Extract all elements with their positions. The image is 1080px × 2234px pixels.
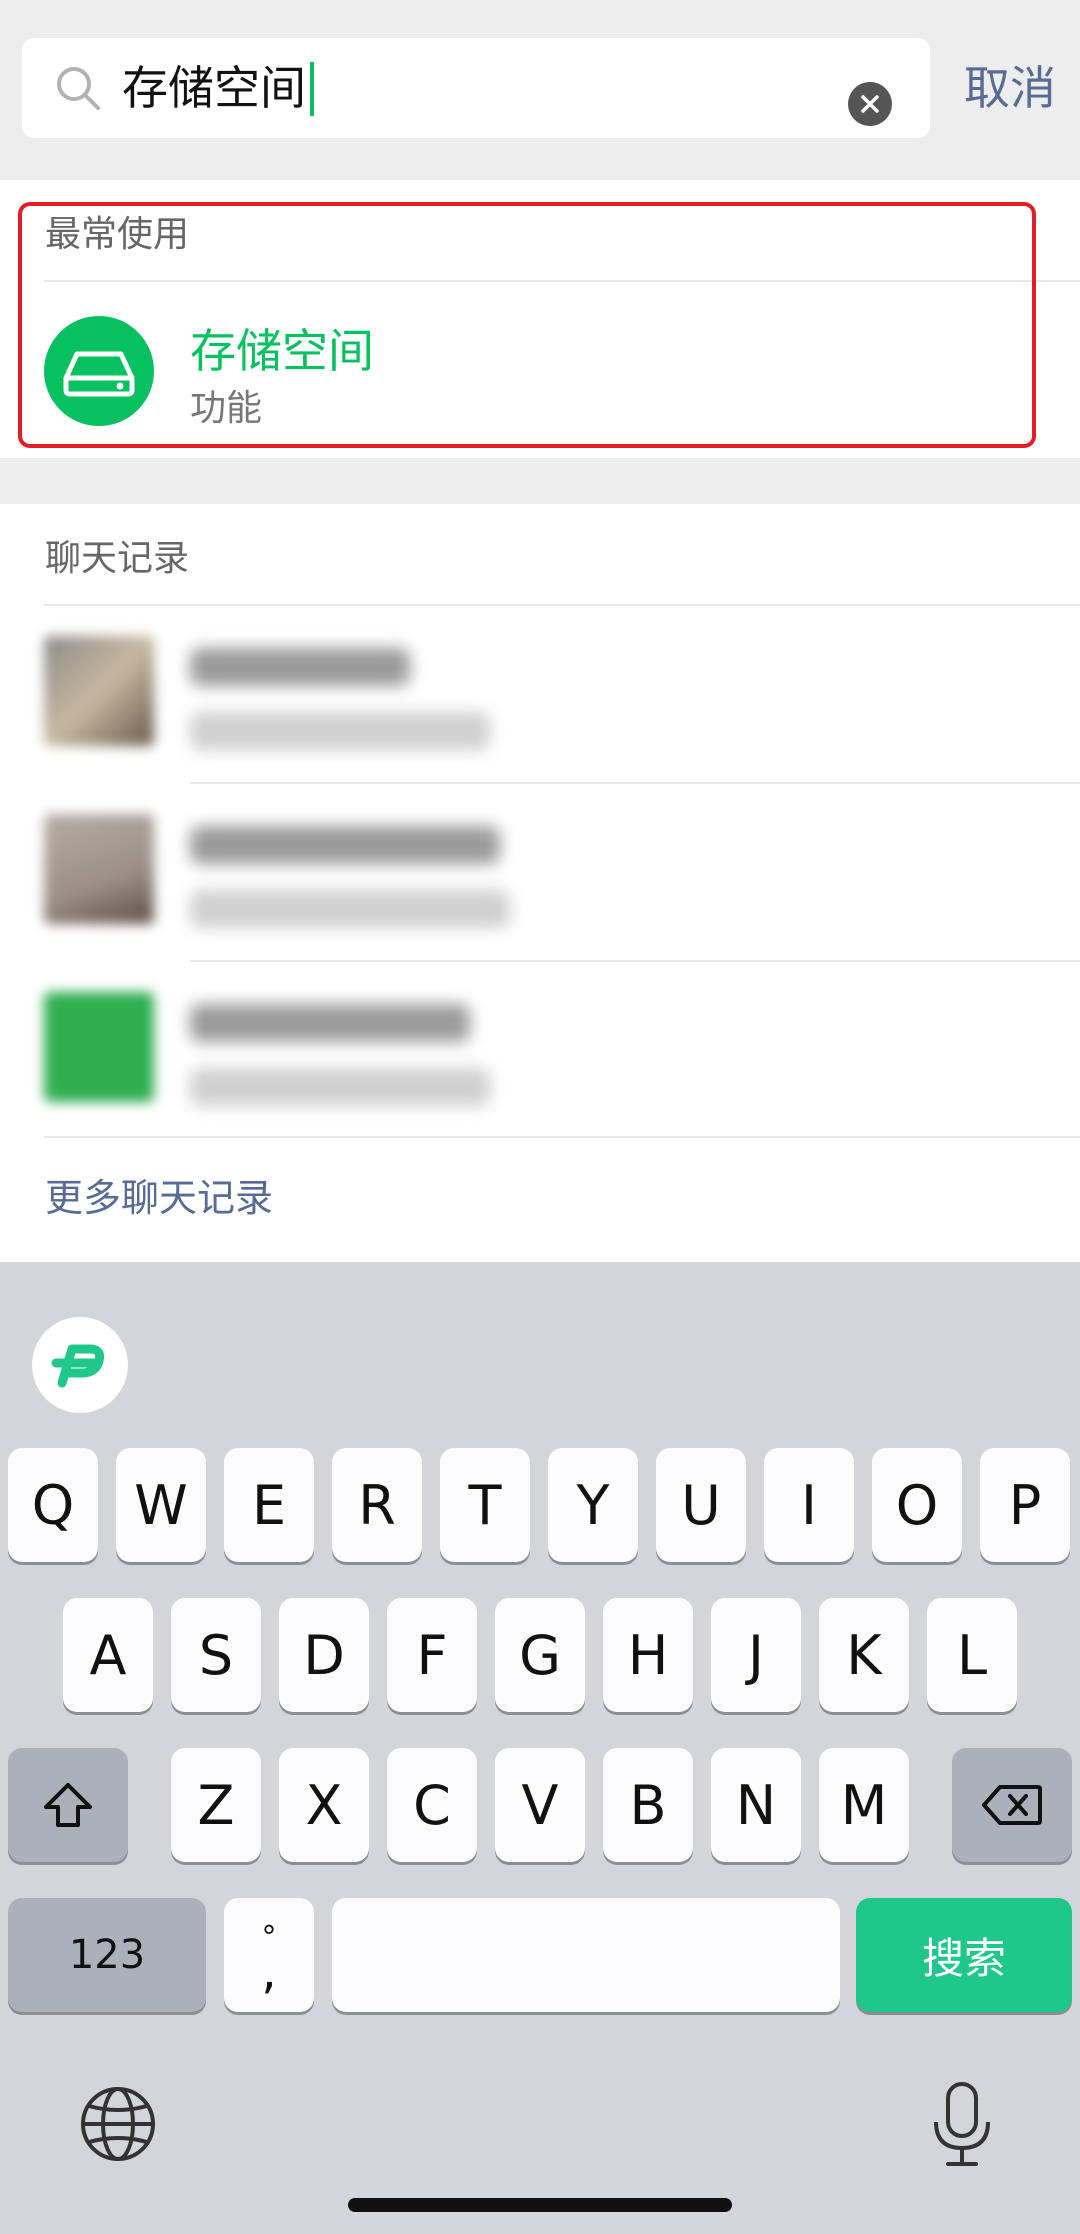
key-o[interactable]: O <box>872 1448 962 1562</box>
search-header: 存储空间 取消 <box>0 0 1080 180</box>
chat-result-row[interactable] <box>0 784 1080 960</box>
blurred-chat-title <box>190 826 500 864</box>
key-x[interactable]: X <box>279 1748 369 1862</box>
key-b[interactable]: B <box>603 1748 693 1862</box>
chat-result-row[interactable] <box>0 606 1080 782</box>
shift-key[interactable] <box>8 1748 128 1862</box>
key-e[interactable]: E <box>224 1448 314 1562</box>
backspace-icon <box>982 1785 1042 1825</box>
keyboard-app-logo-icon[interactable] <box>32 1317 128 1413</box>
key-q[interactable]: Q <box>8 1448 98 1562</box>
key-w[interactable]: W <box>116 1448 206 1562</box>
key-v[interactable]: V <box>495 1748 585 1862</box>
chat-history-section-title: 聊天记录 <box>45 538 190 579</box>
chat-result-row[interactable] <box>0 962 1080 1138</box>
text-caret <box>310 61 314 116</box>
key-d[interactable]: D <box>279 1598 369 1712</box>
home-indicator[interactable] <box>348 2198 732 2212</box>
blurred-chat-subtitle <box>190 890 510 928</box>
blurred-chat-subtitle <box>190 712 490 750</box>
key-t[interactable]: T <box>440 1448 530 1562</box>
key-z[interactable]: Z <box>171 1748 261 1862</box>
key-c[interactable]: C <box>387 1748 477 1862</box>
microphone-icon[interactable] <box>924 2080 1000 2170</box>
blurred-chat-title <box>190 648 410 686</box>
search-query-text: 存储空间 <box>122 61 306 115</box>
punct-bottom: , <box>261 1944 277 2000</box>
divider <box>44 1136 1080 1138</box>
key-j[interactable]: J <box>711 1598 801 1712</box>
highlight-frame <box>18 202 1036 448</box>
key-m[interactable]: M <box>819 1748 909 1862</box>
key-y[interactable]: Y <box>548 1448 638 1562</box>
punctuation-key[interactable]: ° , <box>224 1898 314 2012</box>
search-icon <box>57 67 100 110</box>
space-key[interactable] <box>332 1898 840 2012</box>
file-transfer-avatar <box>44 992 154 1102</box>
key-l[interactable]: L <box>927 1598 1017 1712</box>
key-g[interactable]: G <box>495 1598 585 1712</box>
search-key[interactable]: 搜索 <box>856 1898 1072 2012</box>
search-input[interactable]: 存储空间 <box>22 38 930 138</box>
key-n[interactable]: N <box>711 1748 801 1862</box>
clear-icon[interactable] <box>848 82 892 126</box>
key-h[interactable]: H <box>603 1598 693 1712</box>
key-s[interactable]: S <box>171 1598 261 1712</box>
blurred-chat-subtitle <box>190 1068 490 1106</box>
key-f[interactable]: F <box>387 1598 477 1712</box>
globe-icon[interactable] <box>78 2084 158 2164</box>
search-query: 存储空间 <box>122 58 314 118</box>
delete-key[interactable] <box>952 1748 1072 1862</box>
key-u[interactable]: U <box>656 1448 746 1562</box>
shift-arrow-icon <box>44 1783 92 1827</box>
cancel-button[interactable]: 取消 <box>964 55 1056 121</box>
avatar <box>44 814 154 924</box>
key-r[interactable]: R <box>332 1448 422 1562</box>
key-k[interactable]: K <box>819 1598 909 1712</box>
key-p[interactable]: P <box>980 1448 1070 1562</box>
numbers-key-label: 123 <box>68 1932 146 1978</box>
search-key-label: 搜索 <box>921 1933 1006 1983</box>
blurred-chat-title <box>190 1004 470 1042</box>
more-chat-history-link[interactable]: 更多聊天记录 <box>45 1168 273 1228</box>
key-a[interactable]: A <box>63 1598 153 1712</box>
key-i[interactable]: I <box>764 1448 854 1562</box>
numbers-key[interactable]: 123 <box>8 1898 206 2012</box>
avatar <box>44 636 154 746</box>
